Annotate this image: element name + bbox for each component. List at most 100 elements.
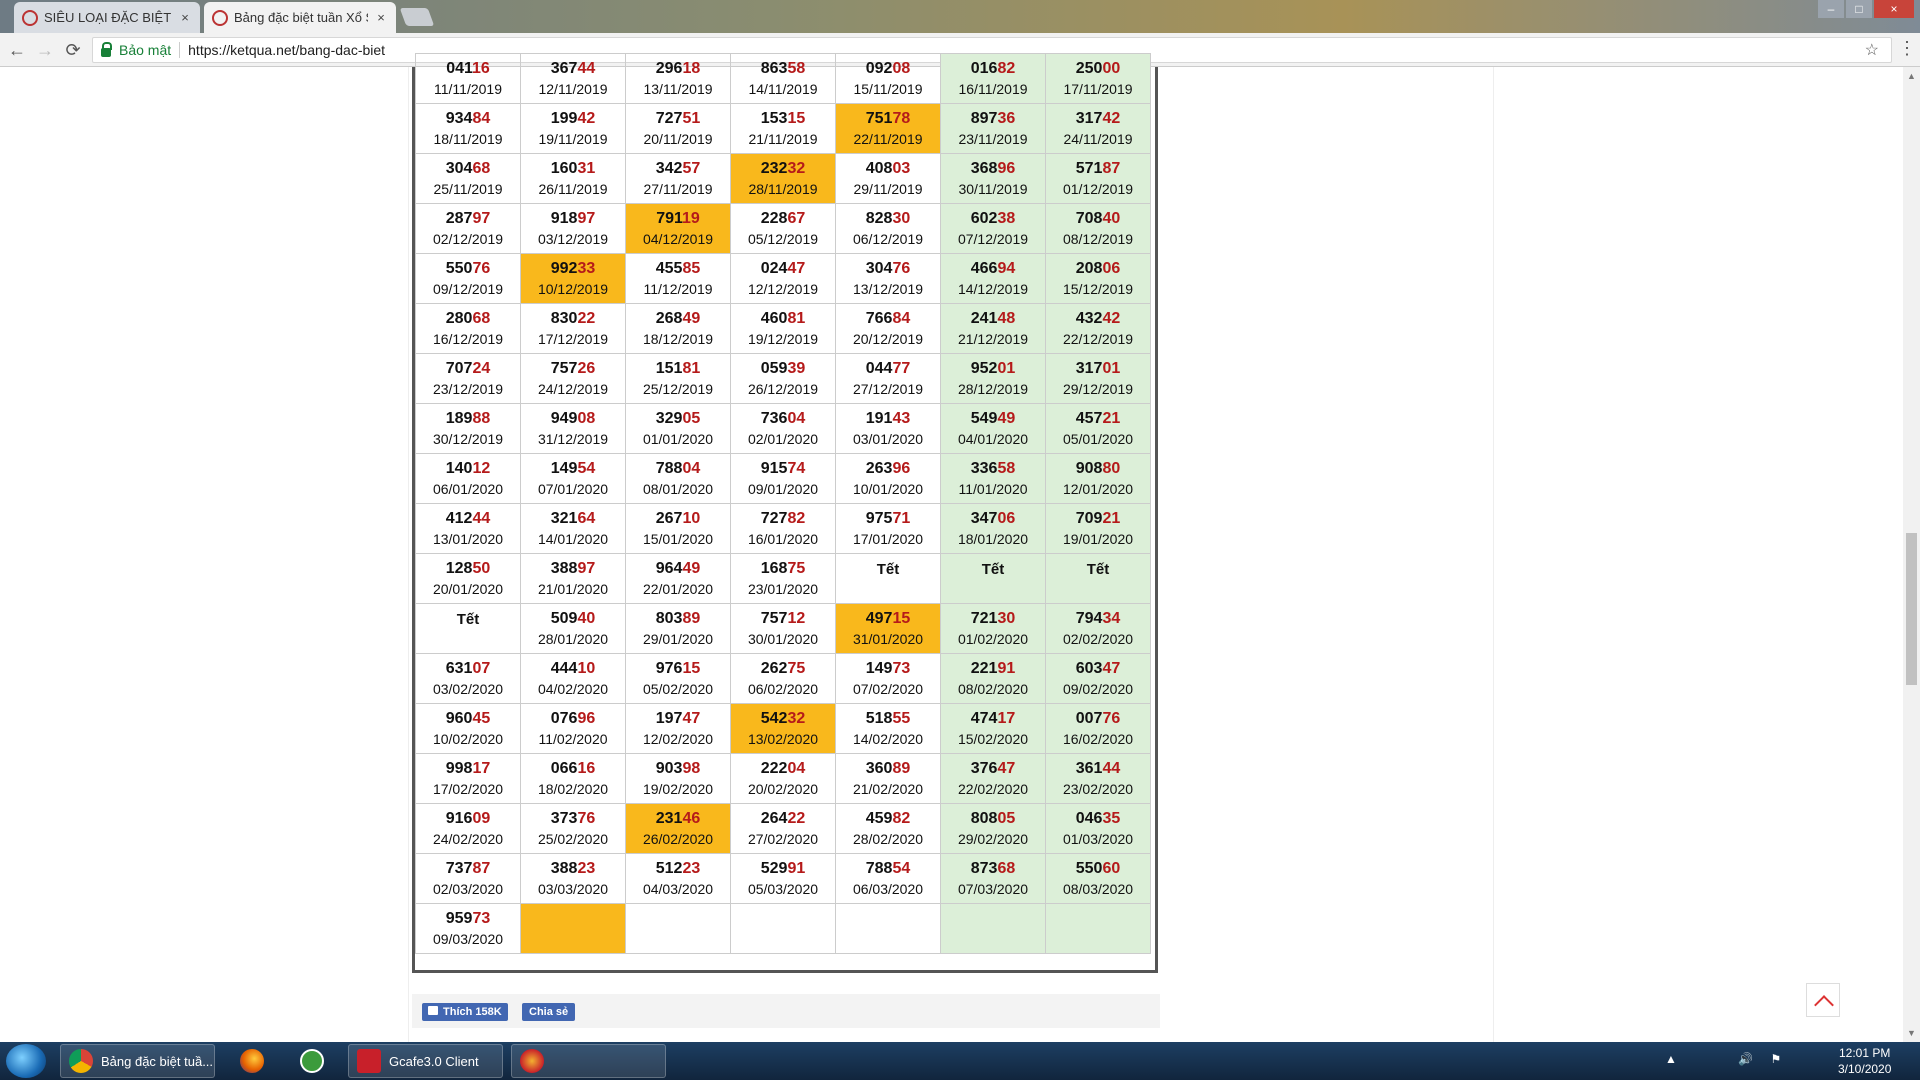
number-head: 952	[970, 359, 998, 377]
number-head: 897	[970, 109, 998, 127]
scroll-down-arrow-icon[interactable]: ▼	[1907, 1028, 1916, 1038]
result-number: 36744	[521, 59, 625, 79]
close-window-button[interactable]: ×	[1874, 0, 1914, 18]
result-cell: 57187 01/12/2019	[1045, 153, 1151, 204]
result-cell: 22867 05/12/2019	[730, 203, 836, 254]
result-date: 21/01/2020	[537, 580, 609, 597]
number-tail: 12	[472, 459, 491, 477]
number-tail: 96	[997, 159, 1016, 177]
result-cell: 83022 17/12/2019	[520, 303, 626, 354]
result-date: 19/02/2020	[642, 780, 714, 797]
number-tail: 75	[787, 559, 806, 577]
result-number: 22204	[731, 759, 835, 779]
result-date: 23/12/2019	[432, 380, 504, 397]
result-date: 08/03/2020	[1062, 880, 1134, 897]
number-head: 998	[445, 759, 473, 777]
taskbar-firefox[interactable]	[232, 1044, 272, 1078]
result-date: 07/03/2020	[957, 880, 1029, 897]
facebook-like-button[interactable]: Thích 158K	[422, 1003, 508, 1021]
system-clock[interactable]: 12:01 PM 3/10/2020	[1838, 1045, 1891, 1077]
result-number: 26396	[836, 459, 940, 479]
number-tail: 40	[577, 609, 596, 627]
result-number: 36896	[941, 159, 1045, 179]
number-head: 751	[865, 109, 893, 127]
number-head: 788	[655, 459, 683, 477]
taskbar-app[interactable]	[292, 1044, 332, 1078]
number-tail: 89	[682, 609, 701, 627]
result-cell: 70921 19/01/2020	[1045, 503, 1151, 554]
bookmark-star-icon[interactable]: ☆	[1865, 40, 1879, 60]
result-number: 37647	[941, 759, 1045, 779]
page-viewport: 04116 11/11/2019 36744 12/11/2019 29618 13/11…	[0, 53, 1920, 1042]
volume-icon[interactable]: 🔊	[1738, 1052, 1753, 1066]
menu-dots-icon[interactable]: ⋮	[1898, 38, 1916, 59]
result-date: 01/02/2020	[957, 630, 1029, 647]
result-cell: 19747 12/02/2020	[625, 703, 731, 754]
number-head: 975	[865, 509, 893, 527]
scroll-to-top-button[interactable]	[1806, 983, 1840, 1017]
result-number: 60238	[941, 209, 1045, 229]
back-arrow-icon[interactable]: ←	[6, 39, 28, 61]
result-cell: 15315 21/11/2019	[730, 103, 836, 154]
number-tail: 09	[472, 809, 491, 827]
number-head: 304	[445, 159, 473, 177]
result-date: 05/03/2020	[747, 880, 819, 897]
result-number: 31701	[1046, 359, 1150, 379]
tab-bang-dac-biet[interactable]: Bảng đặc biệt tuần Xổ Số ×	[204, 2, 396, 33]
minimize-button[interactable]: –	[1818, 0, 1844, 18]
result-cell: 19143 03/01/2020	[835, 403, 941, 454]
result-date: 12/11/2019	[538, 80, 608, 97]
result-date: 01/03/2020	[1062, 830, 1134, 847]
result-date: 10/12/2019	[537, 280, 609, 297]
result-date: 20/01/2020	[432, 580, 504, 597]
network-icon[interactable]: ⚑	[1771, 1052, 1782, 1066]
result-cell: 86358 14/11/2019	[730, 53, 836, 104]
number-head: 709	[1075, 509, 1103, 527]
new-tab-button[interactable]	[399, 8, 435, 26]
url-text[interactable]: https://ketqua.net/bang-dac-biet	[188, 42, 385, 58]
number-tail: 46	[682, 809, 701, 827]
number-tail: 33	[577, 259, 596, 277]
number-tail: 81	[682, 359, 701, 377]
scroll-up-arrow-icon[interactable]: ▲	[1907, 71, 1916, 81]
vertical-scrollbar[interactable]: ▲ ▼	[1903, 67, 1920, 1042]
result-number: 54949	[941, 409, 1045, 429]
number-head: 388	[550, 859, 578, 877]
start-button[interactable]	[6, 1044, 46, 1078]
result-date: 12/12/2019	[747, 280, 819, 297]
result-date: 16/02/2020	[1062, 730, 1134, 747]
number-tail: 68	[472, 159, 491, 177]
result-date: 11/12/2019	[643, 280, 713, 297]
result-number: 73787	[416, 859, 520, 879]
number-tail: 04	[787, 759, 806, 777]
number-tail: 32	[787, 709, 806, 727]
tray-up-arrow-icon[interactable]: ▲	[1665, 1052, 1677, 1066]
reload-icon[interactable]: ⟳	[62, 39, 84, 61]
result-number: 95973	[416, 909, 520, 929]
number-tail: 87	[1102, 159, 1121, 177]
close-icon[interactable]: ×	[374, 10, 388, 25]
scrollbar-thumb[interactable]	[1906, 533, 1917, 685]
number-tail: 26	[577, 359, 596, 377]
maximize-button[interactable]: □	[1846, 0, 1872, 18]
forward-arrow-icon[interactable]: →	[34, 39, 56, 61]
result-date: 06/01/2020	[432, 480, 504, 497]
tab-sieu-loai[interactable]: SIÊU LOẠI ĐẶC BIỆT ( TỔ ×	[14, 2, 200, 33]
result-cell: 16875 23/01/2020	[730, 553, 836, 604]
number-tail: 43	[892, 409, 911, 427]
result-number: 45982	[836, 809, 940, 829]
taskbar-gcafe-client[interactable]: Gcafe3.0 Client	[348, 1044, 503, 1078]
facebook-share-button[interactable]: Chia sẻ	[522, 1003, 576, 1021]
result-cell: 75178 22/11/2019	[835, 103, 941, 154]
taskbar-gcafe-app[interactable]	[511, 1044, 666, 1078]
result-number: 28797	[416, 209, 520, 229]
taskbar-chrome-window[interactable]: Bảng đặc biệt tuầ...	[60, 1044, 215, 1078]
number-tail: 03	[892, 159, 911, 177]
result-date: 09/12/2019	[432, 280, 504, 297]
close-icon[interactable]: ×	[178, 10, 192, 25]
number-tail: 17	[997, 709, 1016, 727]
number-head: 873	[970, 859, 998, 877]
number-tail: 36	[997, 109, 1016, 127]
result-date: 12/02/2020	[642, 730, 714, 747]
result-number: 87368	[941, 859, 1045, 879]
